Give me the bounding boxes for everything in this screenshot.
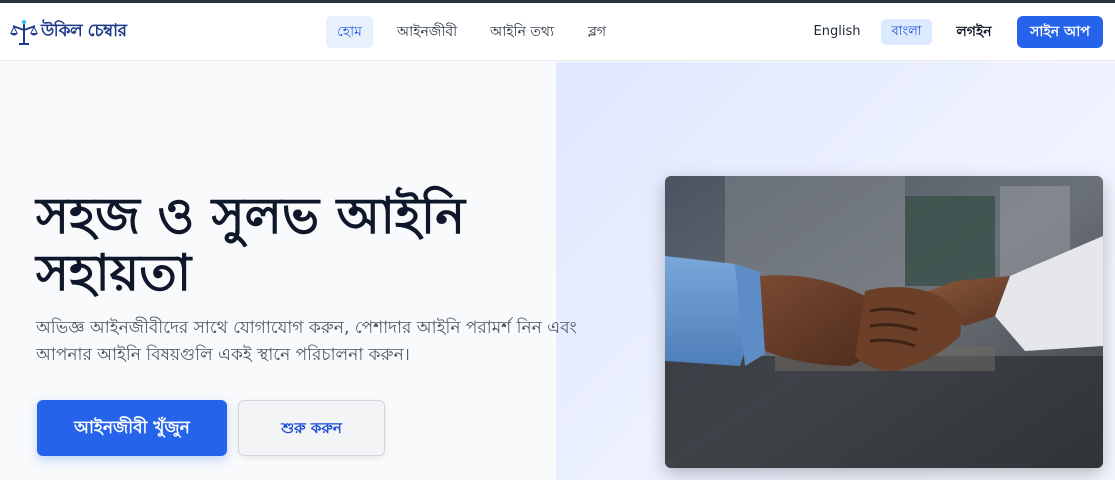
- language-bangla-button[interactable]: বাংলা: [881, 19, 932, 45]
- hero-title: সহজ ও সুলভ আইনি সহায়তা: [36, 187, 466, 302]
- language-english-button[interactable]: English: [810, 19, 864, 45]
- login-link[interactable]: লগইন: [948, 16, 1000, 48]
- scales-of-justice-icon: [10, 19, 38, 45]
- get-started-button[interactable]: শুরু করুন: [238, 400, 385, 456]
- signup-button[interactable]: সাইন আপ: [1017, 16, 1103, 48]
- nav-link-home[interactable]: হোম: [326, 16, 373, 48]
- nav-link-lawyers[interactable]: আইনজীবী: [390, 16, 464, 48]
- nav-link-legal-info[interactable]: আইনি তথ্য: [484, 16, 560, 48]
- brand-name: উকিল চেম্বার: [41, 21, 127, 41]
- find-lawyer-button[interactable]: আইনজীবী খুঁজুন: [37, 400, 227, 456]
- handshake-photo: [665, 176, 1103, 468]
- handshake-illustration: [665, 176, 1103, 468]
- nav-link-blog[interactable]: ব্লগ: [580, 16, 614, 48]
- brand-logo[interactable]: উকিল চেম্বার: [8, 17, 127, 47]
- hero-subtitle: অভিজ্ঞ আইনজীবীদের সাথে যোগাযোগ করুন, পেশ…: [36, 318, 577, 365]
- top-navbar: উকিল চেম্বার হোম আইনজীবী আইনি তথ্য ব্লগ …: [0, 3, 1115, 61]
